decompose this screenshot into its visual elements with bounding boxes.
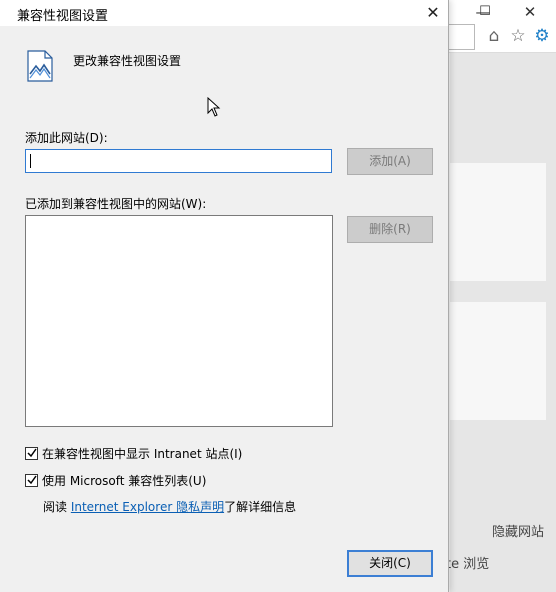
browse-text: te 浏览 xyxy=(446,557,490,572)
text-caret xyxy=(30,154,31,168)
settings-gear-icon[interactable]: ⚙ xyxy=(532,26,552,46)
ms-list-checkbox-row[interactable]: 使用 Microsoft 兼容性列表(U) xyxy=(25,472,206,488)
intranet-checkbox[interactable] xyxy=(25,446,38,460)
info-prefix: 阅读 xyxy=(43,500,71,514)
home-icon[interactable]: ⌂ xyxy=(484,26,504,46)
mouse-cursor-icon xyxy=(207,97,221,117)
checkmark-icon xyxy=(26,475,37,485)
checkmark-icon xyxy=(26,448,37,458)
maximize-button[interactable]: ☐ xyxy=(469,2,501,22)
privacy-info-line: 阅读 Internet Explorer 隐私声明了解详细信息 xyxy=(43,498,296,515)
add-button[interactable]: 添加(A) xyxy=(347,148,433,175)
privacy-statement-link[interactable]: Internet Explorer 隐私声明 xyxy=(71,500,224,514)
dialog-titlebar: 兼容性视图设置 ✕ xyxy=(0,0,448,26)
ms-list-checkbox-label: 使用 Microsoft 兼容性列表(U) xyxy=(42,473,207,488)
close-icon: ✕ xyxy=(426,3,440,22)
content-panel xyxy=(450,163,546,281)
ms-list-checkbox[interactable] xyxy=(25,473,38,487)
intranet-checkbox-label: 在兼容性视图中显示 Intranet 站点(I) xyxy=(42,446,243,461)
dialog-close-button[interactable]: ✕ xyxy=(420,2,446,24)
add-site-label: 添加此网站(D): xyxy=(25,131,108,145)
content-panel xyxy=(450,302,546,420)
compatibility-view-dialog: 兼容性视图设置 ✕ 更改兼容性视图设置 添加此网站(D): 添加(A) 已添加到… xyxy=(0,0,449,592)
remove-button[interactable]: 删除(R) xyxy=(347,216,433,243)
dialog-title: 兼容性视图设置 xyxy=(17,9,109,24)
close-dialog-button[interactable]: 关闭(C) xyxy=(347,550,433,577)
add-site-input[interactable] xyxy=(25,149,332,173)
added-sites-label: 已添加到兼容性视图中的网站(W): xyxy=(25,197,207,211)
browser-close-button[interactable]: ✕ xyxy=(514,2,546,22)
intranet-checkbox-row[interactable]: 在兼容性视图中显示 Intranet 站点(I) xyxy=(25,445,242,461)
compatibility-page-icon xyxy=(27,50,53,82)
dialog-header-text: 更改兼容性视图设置 xyxy=(73,54,182,68)
hidden-sites-text[interactable]: 隐藏网站 xyxy=(492,521,544,540)
info-suffix: 了解详细信息 xyxy=(224,500,297,514)
added-sites-list[interactable] xyxy=(25,215,333,427)
favorites-star-icon[interactable]: ☆ xyxy=(508,26,528,46)
